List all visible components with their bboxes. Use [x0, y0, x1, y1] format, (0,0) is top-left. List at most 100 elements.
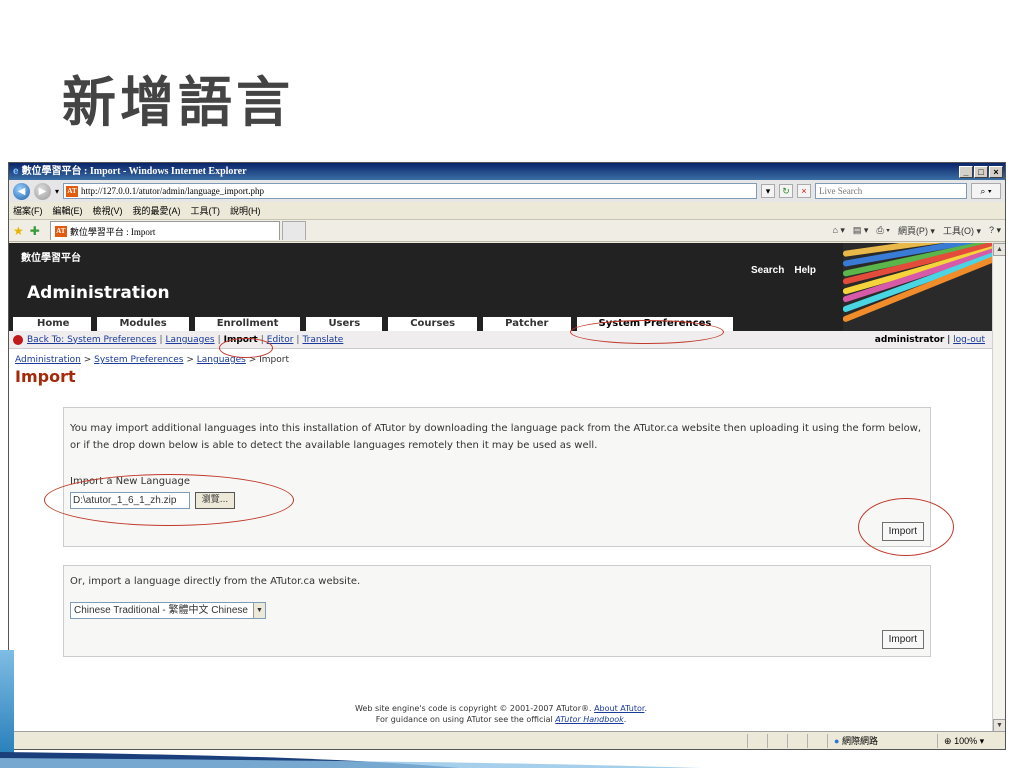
home-icon[interactable]: ⌂ ▾ [832, 225, 844, 236]
decorative-bottom-swoosh [0, 752, 700, 768]
menu-help[interactable]: 說明(H) [230, 204, 261, 217]
search-link[interactable]: Search [751, 265, 784, 276]
tab-users[interactable]: Users [306, 317, 383, 331]
tab-courses[interactable]: Courses [388, 317, 478, 331]
stop-icon[interactable]: × [797, 184, 811, 198]
vertical-scrollbar[interactable]: ▲ ▼ [992, 243, 1005, 732]
page-footer: Web site engine's code is copyright © 20… [354, 704, 647, 724]
site-favicon-icon: AT [66, 185, 79, 197]
subnav-languages[interactable]: Languages [165, 335, 214, 345]
tab-favicon-icon: AT [54, 225, 67, 237]
import-file-button[interactable]: Import [881, 522, 924, 541]
import-label: Import a New Language [70, 476, 191, 487]
import-remote-button[interactable]: Import [881, 630, 924, 649]
sub-navigation: Back To: System Preferences | Languages … [9, 331, 993, 349]
zone-label: 網際網路 [841, 735, 878, 746]
print-icon[interactable]: ⎙ ▾ [876, 225, 889, 236]
browser-tab[interactable]: AT 數位學習平台 : Import [49, 221, 280, 240]
tab-home[interactable]: Home [13, 317, 92, 331]
menu-tools[interactable]: 工具(T) [191, 204, 221, 217]
main-nav: Home Modules Enrollment Users Courses Pa… [9, 317, 739, 331]
user-area: administrator | log-out [874, 334, 985, 345]
menu-favorites[interactable]: 我的最愛(A) [133, 204, 181, 217]
scroll-up-icon[interactable]: ▲ [993, 243, 1005, 256]
close-button[interactable]: × [989, 165, 1003, 178]
breadcrumb-administration[interactable]: Administration [15, 355, 81, 365]
handbook-link[interactable]: ATutor Handbook [555, 715, 623, 724]
presentation-slide: 新增語言 e 數位學習平台 : Import - Windows Interne… [0, 0, 1024, 768]
colored-pencils-banner [843, 243, 993, 331]
section-title: Administration [27, 283, 170, 303]
menu-bar: 檔案(F) 編輯(E) 檢視(V) 我的最愛(A) 工具(T) 說明(H) [9, 202, 1005, 220]
tab-enrollment[interactable]: Enrollment [194, 317, 301, 331]
menu-file[interactable]: 檔案(F) [13, 204, 43, 217]
tools-menu[interactable]: 工具(O) ▾ [943, 224, 981, 237]
subnav-translate[interactable]: Translate [302, 335, 343, 345]
url-field[interactable]: AT http://127.0.0.1/atutor/admin/languag… [63, 183, 757, 199]
browser-window: e 數位學習平台 : Import - Windows Internet Exp… [8, 162, 1006, 750]
new-tab-button[interactable] [281, 221, 306, 240]
menu-view[interactable]: 檢視(V) [93, 204, 123, 217]
zoom-dropdown-icon[interactable]: ▾ [980, 736, 985, 746]
search-input[interactable]: Live Search [815, 183, 967, 199]
status-bar: ● 網際網路 ⊕ 100% ▾ [9, 731, 1005, 749]
subnav-editor[interactable]: Editor [267, 335, 294, 345]
zoom-value: 100% [954, 735, 978, 746]
page-content: 數位學習平台 Administration Search Help Home M… [9, 243, 993, 732]
username: administrator [874, 334, 945, 345]
remote-import-text: Or, import a language directly from the … [70, 576, 361, 587]
window-title: 數位學習平台 : Import - Windows Internet Explo… [21, 166, 247, 177]
zoom-control[interactable]: ⊕ 100% ▾ [937, 733, 1005, 748]
zoom-icon: ⊕ [944, 735, 952, 746]
favorites-bar: ★ ✚ AT 數位學習平台 : Import ⌂ ▾ ▤ ▾ ⎙ ▾ 網頁(P)… [9, 220, 1005, 242]
browse-button[interactable]: 瀏覽... [195, 492, 235, 509]
maximize-button[interactable]: □ [974, 165, 988, 178]
site-name: 數位學習平台 [21, 253, 81, 264]
zone-indicator: ● 網際網路 [827, 733, 937, 748]
language-file-input[interactable]: D:\atutor_1_6_1_zh.zip [70, 492, 190, 509]
language-select[interactable]: Chinese Traditional - 繁體中文 Chinese ▼ [70, 602, 266, 619]
slide-title: 新增語言 [62, 71, 294, 134]
url-dropdown-icon[interactable]: ▾ [761, 184, 775, 198]
minimize-button[interactable]: _ [959, 165, 973, 178]
back-to-link[interactable]: Back To: System Preferences [27, 335, 156, 345]
logout-link[interactable]: log-out [953, 335, 985, 345]
language-select-value: Chinese Traditional - 繁體中文 Chinese [74, 605, 248, 616]
history-dropdown-icon[interactable]: ▾ [55, 187, 59, 196]
chevron-down-icon[interactable]: ▼ [253, 603, 265, 618]
tab-modules[interactable]: Modules [97, 317, 189, 331]
menu-edit[interactable]: 編輯(E) [53, 204, 83, 217]
globe-icon: ● [834, 735, 840, 746]
tab-patcher[interactable]: Patcher [483, 317, 571, 331]
footer-copyright: Web site engine's code is copyright © 20… [354, 704, 592, 713]
address-bar: ◀ ▶ ▾ AT http://127.0.0.1/atutor/admin/l… [9, 180, 1005, 202]
window-titlebar: e 數位學習平台 : Import - Windows Internet Exp… [9, 163, 1005, 180]
site-header: 數位學習平台 Administration Search Help Home M… [9, 243, 993, 331]
back-home-icon [13, 334, 23, 345]
url-text: http://127.0.0.1/atutor/admin/language_i… [81, 186, 264, 196]
subnav-import-current: Import [223, 334, 258, 345]
back-arrow-icon[interactable]: ◀ [13, 182, 30, 200]
feeds-icon[interactable]: ▤ ▾ [853, 225, 869, 236]
tab-system-preferences[interactable]: System Preferences [576, 317, 734, 331]
breadcrumb-languages[interactable]: Languages [197, 355, 246, 365]
ie-logo-icon: e [13, 166, 19, 177]
import-file-box: You may import additional languages into… [63, 407, 931, 547]
forward-arrow-icon[interactable]: ▶ [34, 182, 51, 200]
help-icon[interactable]: ? ▾ [989, 225, 1001, 236]
import-intro-text: You may import additional languages into… [70, 423, 922, 451]
add-favorite-icon[interactable]: ✚ [30, 224, 40, 238]
breadcrumb-system-preferences[interactable]: System Preferences [94, 355, 183, 365]
page-title: Import [15, 367, 76, 386]
help-link[interactable]: Help [794, 265, 816, 276]
favorites-star-icon[interactable]: ★ [13, 224, 24, 238]
refresh-icon[interactable]: ↻ [779, 184, 793, 198]
import-remote-box: Or, import a language directly from the … [63, 565, 931, 657]
tab-title: 數位學習平台 : Import [69, 226, 156, 237]
breadcrumb-current: Import [259, 355, 289, 365]
breadcrumb: Administration > System Preferences > La… [15, 355, 289, 365]
search-icon[interactable]: ⌕ ▾ [971, 183, 1001, 199]
footer-guidance: For guidance on using ATutor see the off… [375, 715, 553, 724]
page-menu[interactable]: 網頁(P) ▾ [898, 224, 935, 237]
about-atutor-link[interactable]: About ATutor [594, 704, 644, 713]
